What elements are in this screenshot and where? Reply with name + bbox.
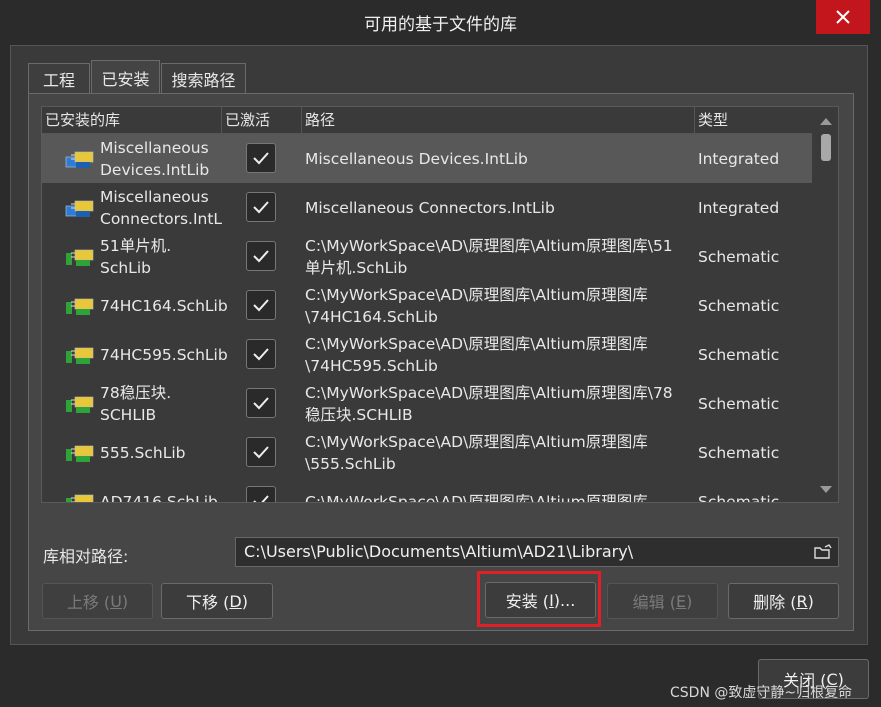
active-checkbox[interactable] — [246, 388, 276, 418]
checkmark-icon — [253, 495, 269, 502]
scroll-up-icon — [820, 118, 832, 125]
table-row[interactable]: AD7416.SchLib C:\MyWorkSpace\AD\原理图库\Alti… — [42, 477, 812, 503]
highlight-box — [477, 571, 601, 627]
schematic-library-icon — [66, 249, 94, 266]
column-header-type[interactable]: 类型 — [695, 107, 812, 133]
table-row[interactable]: 74HC164.SchLib C:\MyWorkSpace\AD\原理图库\Alt… — [42, 281, 812, 330]
edit-button[interactable]: 编辑 (E) — [607, 583, 718, 619]
title-bar: 可用的基于文件的库 — [0, 0, 881, 44]
scroll-down-icon — [820, 486, 832, 493]
relative-path-value: C:\Users\Public\Documents\Altium\AD21\Li… — [244, 542, 634, 561]
library-type-cell: Integrated — [698, 149, 780, 168]
table-row[interactable]: Miscellaneous Connectors.IntL Miscellaneou… — [42, 183, 812, 232]
tab-search-path[interactable]: 搜索路径 — [161, 63, 246, 93]
tab-installed[interactable]: 已安装 — [91, 60, 160, 94]
window-close-button[interactable] — [816, 0, 870, 34]
library-path-cell: C:\MyWorkSpace\AD\原理图库\Altium原理图库\51 单片机.… — [305, 236, 673, 277]
active-checkbox[interactable] — [246, 290, 276, 320]
table-row[interactable]: 51单片机. SchLib C:\MyWorkSpace\AD\原理图库\Altiu… — [42, 232, 812, 281]
library-path-cell: C:\MyWorkSpace\AD\原理图库\Altium原理图库\78 稳压块.… — [305, 383, 673, 424]
integrated-library-icon — [65, 200, 94, 217]
library-name-cell: AD7416.SchLib — [100, 492, 218, 503]
library-type-cell: Schematic — [698, 247, 780, 266]
integrated-library-icon — [65, 151, 94, 168]
scroll-thumb — [821, 134, 831, 161]
installed-libraries-table: 已安装的库 已激活 路径 类型 Miscellaneous Devices.Int… — [41, 106, 839, 503]
schematic-library-icon — [66, 347, 94, 364]
window-title: 可用的基于文件的库 — [364, 15, 517, 35]
library-type-cell: Schematic — [698, 394, 780, 413]
folder-open-icon[interactable] — [814, 544, 832, 560]
column-header-library[interactable]: 已安装的库 — [42, 107, 222, 133]
library-path-cell: C:\MyWorkSpace\AD\原理图库\Altium原理图库 \74HC16… — [305, 285, 648, 326]
watermark: CSDN @致虚守静~归根复命 — [670, 685, 853, 701]
library-type-cell: Schematic — [698, 492, 780, 503]
library-name-cell: Miscellaneous Devices.IntLib — [100, 138, 210, 179]
active-checkbox[interactable] — [246, 143, 276, 173]
active-checkbox[interactable] — [246, 339, 276, 369]
active-checkbox[interactable] — [246, 241, 276, 271]
schematic-library-icon — [66, 298, 94, 315]
library-name-cell: 74HC164.SchLib — [100, 296, 228, 315]
library-path-cell: C:\MyWorkSpace\AD\原理图库\Altium原理图库 — [305, 492, 648, 503]
table-row[interactable]: 74HC595.SchLib C:\MyWorkSpace\AD\原理图库\Alt… — [42, 330, 812, 379]
tab-label: 工程 — [42, 70, 75, 90]
schematic-library-icon — [66, 494, 94, 502]
library-path-cell: Miscellaneous Connectors.IntLib — [305, 198, 555, 217]
relative-path-field[interactable]: C:\Users\Public\Documents\Altium\AD21\Li… — [235, 537, 839, 567]
tab-label: 已安装 — [101, 69, 150, 89]
table-row[interactable]: 78稳压块. SCHLIB C:\MyWorkSpace\AD\原理图库\Altiu… — [42, 379, 812, 428]
scrollbar-graphic — [820, 118, 832, 493]
column-header-path[interactable]: 路径 — [302, 107, 695, 133]
table-header: 已安装的库 已激活 路径 类型 — [42, 107, 812, 134]
remove-button[interactable]: 删除 (R) — [728, 583, 839, 619]
column-header-active[interactable]: 已激活 — [222, 107, 302, 133]
library-type-cell: Schematic — [698, 296, 780, 315]
tab-label: 搜索路径 — [171, 70, 236, 90]
checkmark-icon — [253, 446, 269, 459]
active-checkbox[interactable] — [246, 486, 276, 502]
checkmark-icon — [253, 397, 269, 410]
library-path-cell: C:\MyWorkSpace\AD\原理图库\Altium原理图库 \555.Sc… — [305, 432, 648, 473]
schematic-library-icon — [66, 396, 94, 413]
library-type-cell: Schematic — [698, 345, 780, 364]
active-checkbox[interactable] — [246, 437, 276, 467]
checkmark-icon — [253, 299, 269, 312]
library-name-cell: 51单片机. SchLib — [100, 236, 172, 277]
table-row[interactable]: 555.SchLib C:\MyWorkSpace\AD\原理图库\Altium原… — [42, 428, 812, 477]
checkmark-icon — [253, 250, 269, 263]
library-name-cell: Miscellaneous Connectors.IntL — [100, 187, 223, 228]
library-path-cell: Miscellaneous Devices.IntLib — [305, 149, 528, 168]
close-icon — [836, 10, 850, 24]
checkmark-icon — [253, 152, 269, 165]
move-down-button[interactable]: 下移 (D) — [161, 583, 273, 619]
vertical-scrollbar[interactable] — [813, 107, 838, 502]
library-name-cell: 555.SchLib — [100, 443, 186, 462]
library-name-cell: 78稳压块. SCHLIB — [100, 383, 172, 424]
library-type-cell: Integrated — [698, 198, 780, 217]
table-row[interactable]: Miscellaneous Devices.IntLib Miscellaneous… — [42, 134, 812, 183]
library-name-cell: 74HC595.SchLib — [100, 345, 228, 364]
active-checkbox[interactable] — [246, 192, 276, 222]
checkmark-icon — [253, 348, 269, 361]
checkmark-icon — [253, 201, 269, 214]
move-up-button[interactable]: 上移 (U) — [42, 583, 153, 619]
schematic-library-icon — [66, 445, 94, 462]
relative-path-label: 库相对路径: — [43, 547, 129, 566]
library-path-cell: C:\MyWorkSpace\AD\原理图库\Altium原理图库 \74HC59… — [305, 334, 648, 375]
tab-project[interactable]: 工程 — [28, 63, 90, 93]
library-type-cell: Schematic — [698, 443, 780, 462]
